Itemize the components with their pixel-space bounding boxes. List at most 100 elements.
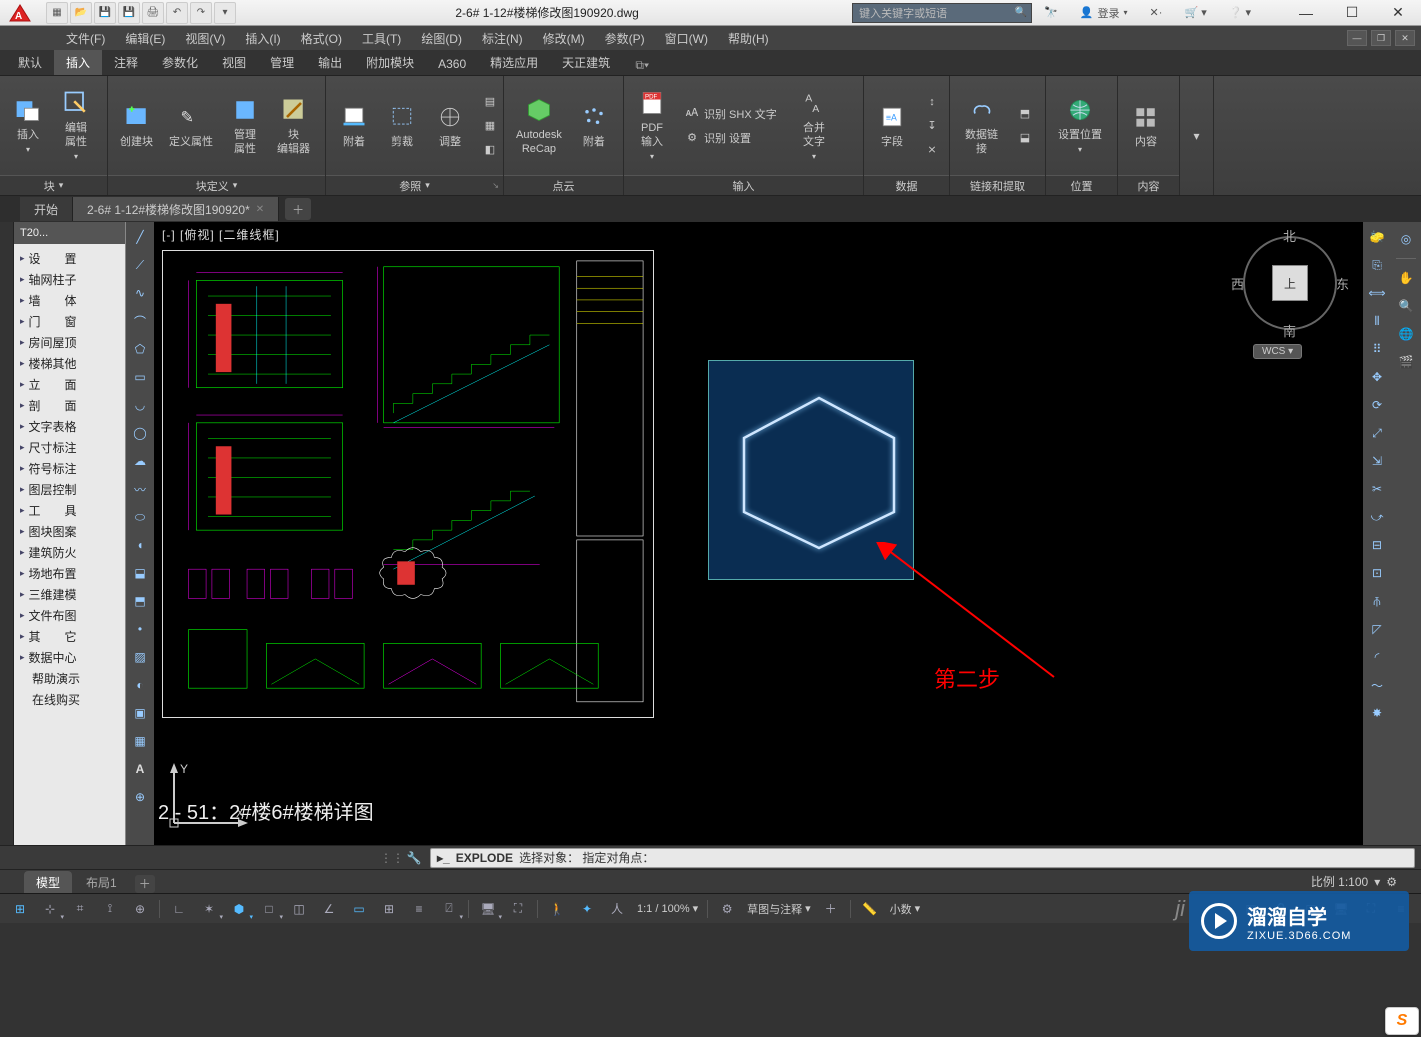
- break2-icon[interactable]: ⊡: [1366, 562, 1388, 584]
- maximize-button[interactable]: ☐: [1329, 0, 1375, 26]
- menu-format[interactable]: 格式(O): [295, 27, 348, 50]
- array-icon[interactable]: ⠿: [1366, 338, 1388, 360]
- t20-palette-title[interactable]: T20...: [14, 222, 125, 244]
- sb-lwt-icon[interactable]: ≡: [405, 897, 433, 921]
- revcloud-icon[interactable]: ☁: [129, 450, 151, 472]
- t20-item-20[interactable]: 帮助演示: [14, 668, 125, 689]
- pdf-import-button[interactable]: PDFPDF 输入▾: [630, 85, 674, 165]
- panel-link-footer[interactable]: 链接和提取: [950, 175, 1045, 195]
- orbit-icon[interactable]: 🌐: [1395, 323, 1417, 345]
- t20-item-4[interactable]: 房间屋顶: [14, 332, 125, 353]
- doc-tab-current[interactable]: 2-6# 1-12#楼梯修改图190920*✕: [73, 197, 279, 221]
- sb-units-icon[interactable]: 📏: [856, 897, 884, 921]
- qat-more-icon[interactable]: ▾: [214, 2, 236, 24]
- t20-item-13[interactable]: 图块图案: [14, 521, 125, 542]
- sb-dyn-icon[interactable]: ⊞: [375, 897, 403, 921]
- point-icon[interactable]: •: [129, 618, 151, 640]
- ribbon-tab-view[interactable]: 视图: [210, 49, 258, 75]
- table-icon[interactable]: ▦: [129, 730, 151, 752]
- t20-item-11[interactable]: 图层控制: [14, 479, 125, 500]
- mtext-icon[interactable]: A: [129, 758, 151, 780]
- sb-anno-scale-text[interactable]: 1:1 / 100% ▾: [633, 902, 702, 915]
- content-button[interactable]: 内容: [1124, 99, 1168, 152]
- copy-icon[interactable]: ⎘: [1366, 254, 1388, 276]
- t20-item-10[interactable]: 符号标注: [14, 458, 125, 479]
- sb-qp-icon[interactable]: 🖥▾: [474, 897, 502, 921]
- wcs-dropdown[interactable]: WCS ▾: [1253, 344, 1302, 359]
- qat-plot-icon[interactable]: 🖨: [142, 2, 164, 24]
- gradient-icon[interactable]: ◐: [129, 674, 151, 696]
- recap-button[interactable]: Autodesk ReCap: [510, 92, 568, 159]
- recognize-settings-button[interactable]: ⚙识别 设置: [678, 127, 788, 149]
- vp-view[interactable]: [俯视]: [180, 228, 215, 242]
- viewcube-face[interactable]: 上: [1272, 265, 1308, 301]
- spline2-icon[interactable]: 〰: [129, 478, 151, 500]
- t20-item-14[interactable]: 建筑防火: [14, 542, 125, 563]
- t20-item-17[interactable]: 文件布图: [14, 605, 125, 626]
- t20-item-12[interactable]: 工 具: [14, 500, 125, 521]
- datalink-button[interactable]: 数据链接: [956, 92, 1007, 159]
- scale-icon[interactable]: ⤢: [1366, 422, 1388, 444]
- app-logo[interactable]: A: [0, 0, 40, 26]
- menu-modify[interactable]: 修改(M): [537, 27, 591, 50]
- t20-item-19[interactable]: 数据中心: [14, 647, 125, 668]
- t20-item-18[interactable]: 其 它: [14, 626, 125, 647]
- insert-block-button[interactable]: 插入▾: [6, 92, 50, 159]
- polygon-icon[interactable]: ⬠: [129, 338, 151, 360]
- attach-button[interactable]: 附着: [332, 99, 376, 152]
- compass-south[interactable]: 南: [1283, 321, 1296, 340]
- link-side-2[interactable]: ⬓: [1011, 127, 1039, 149]
- arc2-icon[interactable]: ◡: [129, 394, 151, 416]
- vp-style[interactable]: [二维线框]: [219, 228, 280, 242]
- sb-anno-vis-icon[interactable]: 🚶: [543, 897, 571, 921]
- t20-item-7[interactable]: 剖 面: [14, 395, 125, 416]
- viewport-controls[interactable]: [-] [俯视] [二维线框]: [162, 226, 280, 243]
- erase-icon[interactable]: 🧽: [1366, 226, 1388, 248]
- sb-model-icon[interactable]: ⊞: [6, 897, 34, 921]
- sb-otrack-icon[interactable]: ∠: [315, 897, 343, 921]
- data-side-1[interactable]: ↕: [918, 91, 946, 113]
- arc-icon[interactable]: ⌒: [129, 310, 151, 332]
- t20-item-2[interactable]: 墙 体: [14, 290, 125, 311]
- link-side-1[interactable]: ⬒: [1011, 103, 1039, 125]
- layout-tab-add[interactable]: ＋: [135, 875, 155, 893]
- menu-window[interactable]: 窗口(W): [659, 27, 714, 50]
- panel-import-footer[interactable]: 输入: [624, 175, 863, 195]
- command-input[interactable]: ▸_ EXPLODE 选择对象： 指定对角点：: [430, 848, 1415, 868]
- cmdline-grip-icon[interactable]: ⋮⋮: [380, 848, 404, 868]
- doc-min-icon[interactable]: —: [1347, 30, 1367, 46]
- qat-new-icon[interactable]: ▦: [46, 2, 68, 24]
- qat-undo-icon[interactable]: ↶: [166, 2, 188, 24]
- ribbon-expand-panel[interactable]: ▾: [1180, 76, 1214, 195]
- data-side-2[interactable]: ↧: [918, 115, 946, 137]
- join-icon[interactable]: ⫚: [1366, 590, 1388, 612]
- xref-side-3[interactable]: ◧: [476, 139, 504, 161]
- ellipse-icon[interactable]: ⬭: [129, 506, 151, 528]
- blend-icon[interactable]: 〜: [1366, 674, 1388, 696]
- sb-3dosnap-icon[interactable]: ◫: [285, 897, 313, 921]
- menu-parametric[interactable]: 参数(P): [599, 27, 651, 50]
- move-icon[interactable]: ✥: [1366, 366, 1388, 388]
- ribbon-tab-manage[interactable]: 管理: [258, 49, 306, 75]
- attach-pc-button[interactable]: 附着: [572, 99, 616, 152]
- ribbon-tab-output[interactable]: 输出: [306, 49, 354, 75]
- sb-snap-icon[interactable]: ⌗: [66, 897, 94, 921]
- menu-view[interactable]: 视图(V): [179, 27, 231, 50]
- circle-icon[interactable]: ◯: [129, 422, 151, 444]
- infocenter-search[interactable]: 键入关键字或短语: [852, 3, 1032, 23]
- doc-restore-icon[interactable]: ❐: [1371, 30, 1391, 46]
- ellipsearc-icon[interactable]: ◖: [129, 534, 151, 556]
- drawing-canvas[interactable]: [-] [俯视] [二维线框] 北 南 东 西 上 WCS ▾: [154, 222, 1363, 845]
- qat-save-icon[interactable]: 💾: [94, 2, 116, 24]
- menu-help[interactable]: 帮助(H): [722, 27, 775, 50]
- sb-workspace-text[interactable]: 草图与注释 ▾: [743, 901, 815, 917]
- sb-anno-auto-icon[interactable]: ✦: [573, 897, 601, 921]
- clip-button[interactable]: 剪裁: [380, 99, 424, 152]
- t20-item-6[interactable]: 立 面: [14, 374, 125, 395]
- ribbon-tab-insert[interactable]: 插入: [54, 49, 102, 75]
- xref-side-2[interactable]: ▦: [476, 115, 504, 137]
- rotate-icon[interactable]: ⟳: [1366, 394, 1388, 416]
- sb-infer-icon[interactable]: ⟟: [96, 897, 124, 921]
- t20-item-8[interactable]: 文字表格: [14, 416, 125, 437]
- panel-xref-footer[interactable]: 参照↘: [326, 175, 503, 195]
